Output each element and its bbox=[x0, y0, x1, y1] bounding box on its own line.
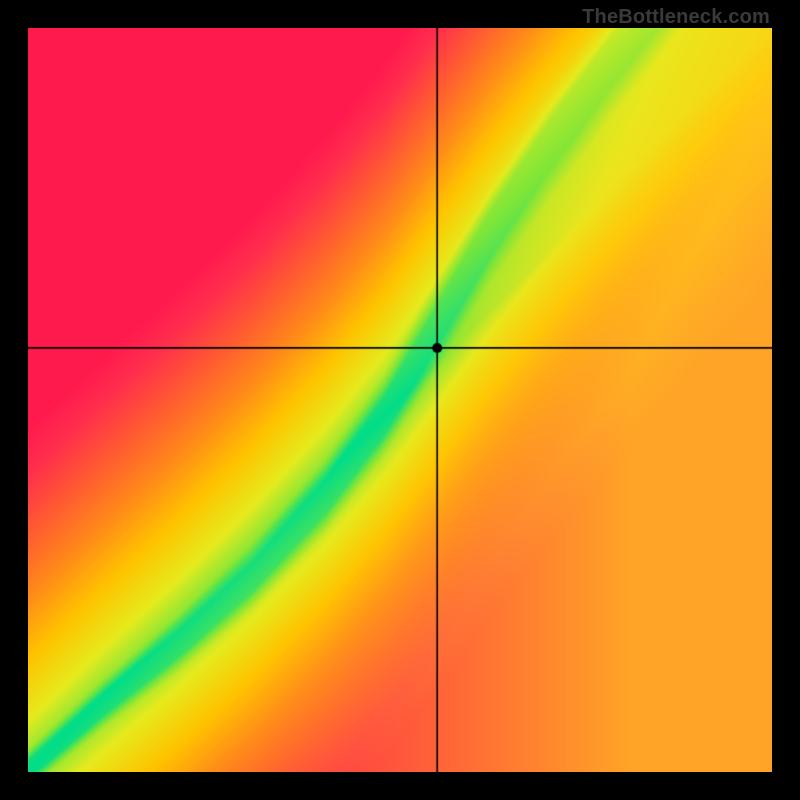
watermark-text: TheBottleneck.com bbox=[582, 6, 770, 29]
plot-area bbox=[28, 28, 772, 772]
heatmap-canvas bbox=[28, 28, 772, 772]
chart-frame: TheBottleneck.com bbox=[0, 0, 800, 800]
